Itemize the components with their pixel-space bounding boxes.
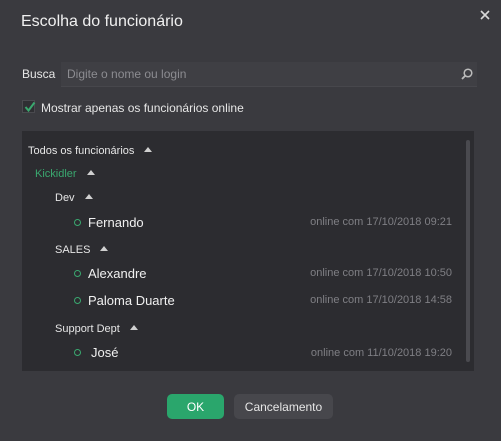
collapse-caret-icon[interactable] — [86, 170, 95, 175]
collapse-caret-icon[interactable] — [84, 194, 93, 199]
employee-name: Paloma Duarte — [88, 293, 175, 308]
online-status-icon — [74, 270, 81, 277]
employee-name: José — [91, 345, 119, 360]
group-label: SALES — [55, 244, 91, 256]
collapse-caret-icon[interactable] — [129, 325, 138, 330]
scrollbar-thumb[interactable] — [466, 140, 470, 362]
employee-tree: Todos os funcionários Kickidler Dev Fern… — [22, 131, 474, 371]
online-status-icon — [74, 297, 81, 304]
employee-status: online com 17/10/2018 14:58 — [310, 294, 452, 306]
close-icon[interactable] — [478, 8, 492, 22]
collapse-caret-icon[interactable] — [100, 246, 109, 251]
tree-root[interactable]: Todos os funcionários — [28, 145, 153, 157]
employee-picker-dialog: Escolha do funcionário Busca Mostrar ape… — [0, 0, 501, 441]
employee-status: online com 11/10/2018 19:20 — [310, 347, 452, 359]
search-field — [61, 62, 477, 87]
online-only-label: Mostrar apenas os funcionários online — [41, 101, 244, 115]
employee-name: Fernando — [88, 215, 144, 230]
tree-group-support-dept[interactable]: Support Dept — [55, 323, 138, 335]
group-label: Support Dept — [55, 323, 120, 335]
cancel-button[interactable]: Cancelamento — [234, 394, 333, 419]
employee-status: online com 17/10/2018 10:50 — [310, 267, 452, 279]
dialog-title: Escolha do funcionário — [21, 13, 183, 30]
company-label: Kickidler — [35, 168, 77, 180]
tree-root-label: Todos os funcionários — [28, 145, 135, 157]
search-icon[interactable] — [460, 67, 474, 81]
dialog-titlebar: Escolha do funcionário — [0, 0, 501, 44]
employee-name: Alexandre — [88, 266, 147, 281]
ok-button[interactable]: OK — [167, 394, 224, 419]
search-input[interactable] — [61, 62, 457, 86]
tree-group-sales[interactable]: SALES — [55, 244, 109, 256]
checkmark-icon — [24, 101, 36, 113]
employee-status: online com 17/10/2018 09:21 — [310, 216, 452, 228]
online-status-icon — [74, 219, 81, 226]
group-label: Dev — [55, 192, 75, 204]
online-status-icon — [74, 349, 81, 356]
collapse-caret-icon[interactable] — [144, 147, 153, 152]
search-label: Busca — [22, 67, 56, 81]
online-only-checkbox[interactable] — [22, 100, 36, 113]
tree-group-dev[interactable]: Dev — [55, 192, 93, 204]
tree-company[interactable]: Kickidler — [35, 168, 95, 180]
